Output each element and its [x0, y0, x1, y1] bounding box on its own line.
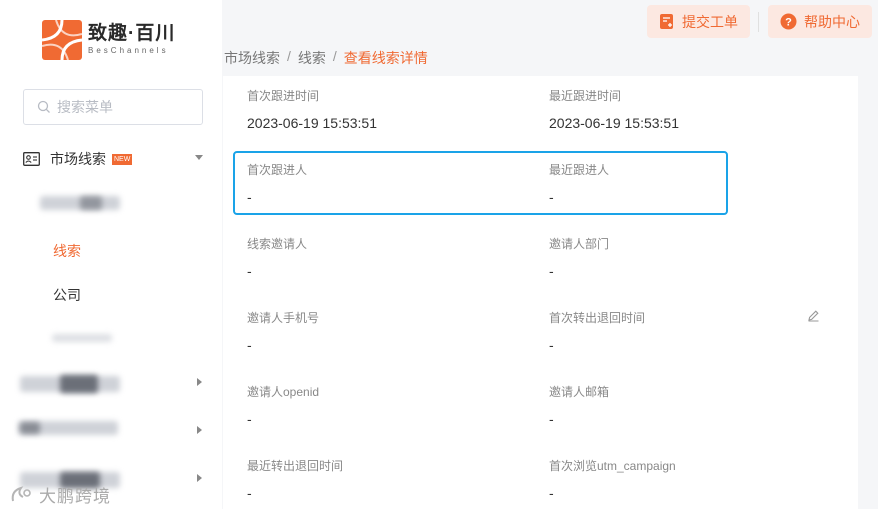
field-value-inviter-email: - [549, 411, 554, 427]
help-center-button[interactable]: ? 帮助中心 [768, 5, 872, 38]
watermark: 大鹏跨境 [9, 482, 111, 507]
header-divider [758, 12, 759, 32]
help-icon: ? [780, 13, 797, 30]
chevron-right-icon[interactable] [197, 378, 202, 386]
lead-detail-card [223, 76, 858, 509]
field-value-first-follower: - [247, 189, 252, 205]
field-label-inviter-email: 邀请人邮箱 [549, 385, 610, 399]
highlight-box [233, 151, 728, 215]
right-gutter [858, 76, 878, 509]
field-label-last-return-time: 最近转出退回时间 [247, 459, 344, 473]
watermark-text: 大鹏跨境 [39, 487, 111, 506]
field-value-inviter-phone: - [247, 337, 252, 353]
field-label-first-return-time: 首次转出退回时间 [549, 311, 646, 325]
field-label-last-follow-time: 最近跟进时间 [549, 89, 622, 103]
field-label-inviter-department: 邀请人部门 [549, 237, 610, 251]
search-icon [37, 100, 50, 113]
new-badge: NEW [112, 153, 133, 165]
chevron-right-icon[interactable] [197, 474, 202, 482]
field-value-last-follower: - [549, 189, 554, 205]
redacted-menu-item-mark [80, 196, 102, 210]
field-label-inviter: 线索邀请人 [247, 237, 308, 251]
edit-icon[interactable] [807, 309, 820, 322]
breadcrumb-separator: / [332, 48, 337, 64]
field-value-last-return-time: - [247, 485, 252, 501]
sidebar-item-company[interactable]: 公司 [53, 285, 81, 305]
field-label-last-follower: 最近跟进人 [549, 163, 610, 177]
brand-name-en: BesChannels [88, 46, 169, 55]
field-value-last-follow-time: 2023-06-19 15:53:51 [549, 115, 679, 131]
redacted-menu-group-mark [20, 422, 40, 434]
field-label-first-follower: 首次跟进人 [247, 163, 308, 177]
field-label-first-follow-time: 首次跟进时间 [247, 89, 320, 103]
breadcrumb: 市场线索 / 线索 / 查看线索详情 [224, 48, 428, 68]
menu-group-market-leads[interactable]: 市场线索 NEW [23, 148, 208, 170]
contact-card-icon [23, 152, 40, 166]
brand-logo[interactable]: 致趣·百川 BesChannels [42, 20, 175, 60]
field-label-inviter-openid: 邀请人openid [247, 385, 320, 399]
brand-logo-icon [42, 20, 82, 60]
field-value-first-utm-campaign: - [549, 485, 554, 501]
field-value-first-follow-time: 2023-06-19 15:53:51 [247, 115, 377, 131]
ticket-icon [660, 14, 673, 29]
menu-search-input[interactable] [57, 99, 197, 115]
field-value-inviter-department: - [549, 263, 554, 279]
field-label-inviter-phone: 邀请人手机号 [247, 311, 320, 325]
field-value-first-return-time: - [549, 337, 554, 353]
sidebar: 致趣·百川 BesChannels 市场线索 NEW 线索 公司 [0, 0, 222, 509]
chevron-right-icon[interactable] [197, 426, 202, 434]
help-center-label: 帮助中心 [804, 13, 860, 30]
field-value-inviter: - [247, 263, 252, 279]
sidebar-item-leads[interactable]: 线索 [53, 241, 81, 261]
redacted-menu-item [52, 334, 112, 342]
brand-name-cn: 致趣·百川 [88, 23, 176, 44]
breadcrumb-item-current: 查看线索详情 [343, 50, 428, 66]
redacted-menu-group-mark [60, 375, 98, 393]
field-value-inviter-openid: - [247, 411, 252, 427]
breadcrumb-item-leads[interactable]: 线索 [298, 48, 326, 68]
submit-ticket-button[interactable]: 提交工单 [647, 5, 750, 38]
menu-search-box[interactable] [23, 89, 203, 125]
chevron-down-icon [195, 155, 203, 160]
breadcrumb-item-market-leads[interactable]: 市场线索 [224, 48, 280, 68]
breadcrumb-separator: / [287, 48, 291, 64]
svg-text:?: ? [785, 17, 792, 29]
watermark-logo-icon [11, 485, 31, 501]
submit-ticket-label: 提交工单 [682, 13, 738, 30]
field-label-first-utm-campaign: 首次浏览utm_campaign [549, 459, 676, 473]
menu-group-label: 市场线索 [50, 151, 106, 167]
